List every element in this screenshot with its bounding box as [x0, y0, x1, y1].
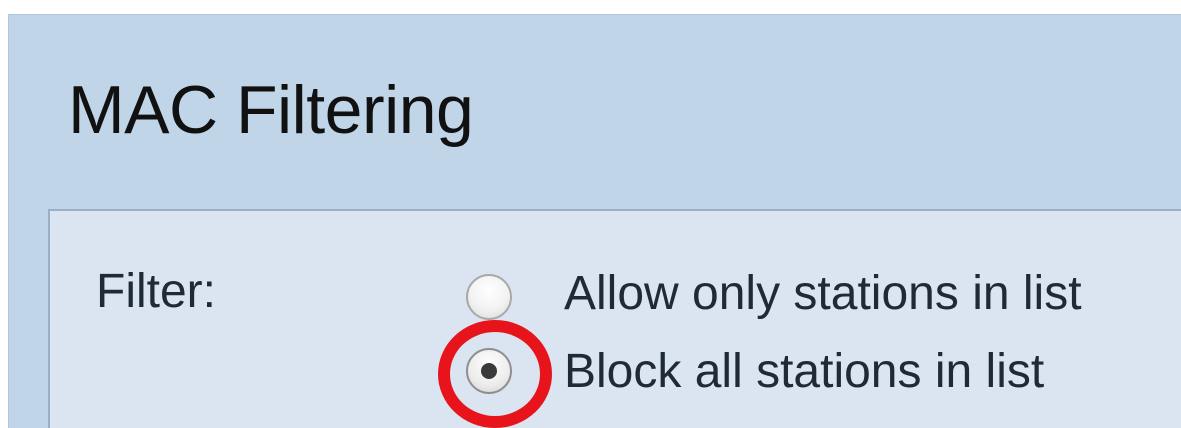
block-all-label[interactable]: Block all stations in list [564, 348, 1044, 396]
allow-only-radio[interactable] [466, 274, 512, 320]
radio-selected-dot [481, 363, 497, 379]
filter-label: Filter: [96, 265, 216, 318]
page-title: MAC Filtering [68, 72, 474, 148]
allow-only-label[interactable]: Allow only stations in list [564, 270, 1082, 318]
block-all-radio[interactable] [466, 348, 512, 394]
